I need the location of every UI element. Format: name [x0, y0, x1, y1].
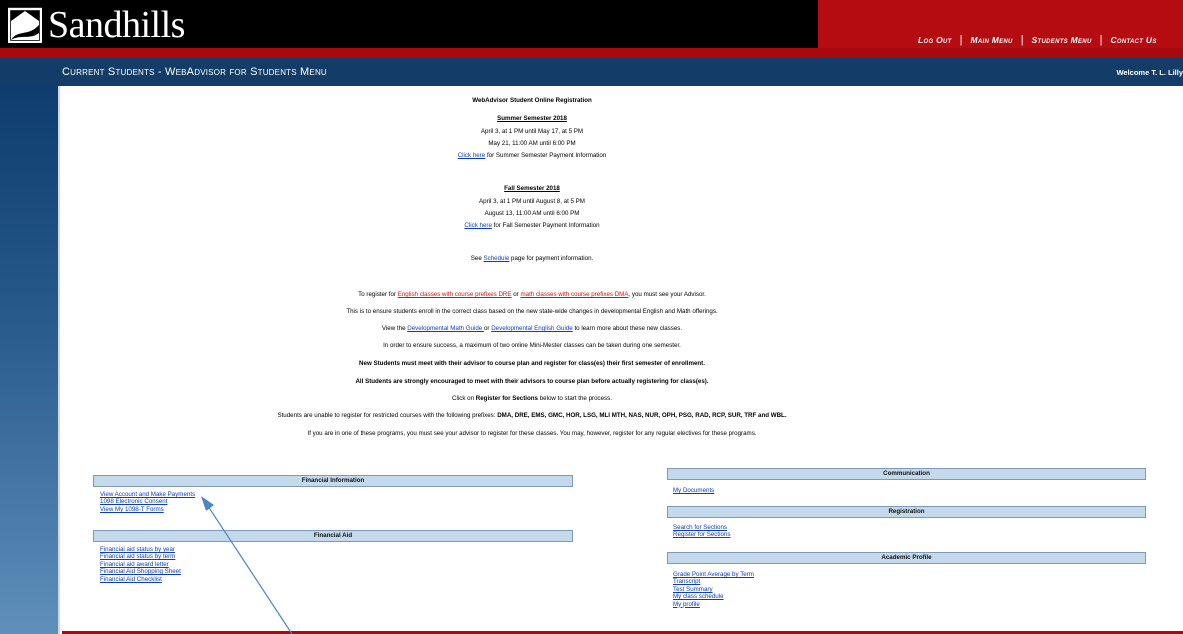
success-line: In order to ensure success, a maximum of… [383, 342, 681, 349]
developmental-math-guide-link[interactable]: Developmental Math Guide [407, 325, 484, 332]
electronic-consent-link[interactable]: 1098 Electronic Consent [100, 498, 195, 505]
content-border [58, 86, 60, 634]
transcript-link[interactable]: Transcript [673, 578, 754, 585]
fall-payment-line: Click here for Fall Semester Payment Inf… [62, 222, 1002, 230]
header-red-strip [0, 48, 1183, 58]
nav-separator: | [1099, 34, 1103, 46]
class-schedule-link[interactable]: My class schedule [673, 593, 754, 600]
nav-separator: | [959, 34, 963, 46]
register-advisor-line: To register for English classes with cou… [62, 291, 1002, 299]
page-title: Current Students - WebAdvisor for Studen… [62, 66, 327, 78]
nav-students-menu[interactable]: Students Menu [1032, 35, 1092, 45]
title-bar: Current Students - WebAdvisor for Studen… [0, 58, 1183, 86]
fall-dates-line-2: August 13, 11:00 AM until 6:00 PM [484, 210, 580, 217]
aid-checklist-link[interactable]: Financial Aid Checklist [100, 576, 181, 583]
aid-shopping-sheet-link[interactable]: Financial Aid Shopping Sheet [100, 568, 181, 575]
aid-status-year-link[interactable]: Financial aid status by year [100, 546, 181, 553]
nav-separator: | [1020, 34, 1024, 46]
summer-dates-line-1: April 3, at 1 PM until May 17, at 5 PM [480, 128, 584, 135]
schedule-line: See Schedule page for payment informatio… [62, 255, 1002, 263]
schedule-post: page for payment information. [509, 255, 594, 262]
programs-line: If you are in one of these programs, you… [307, 430, 757, 437]
aid-award-letter-link[interactable]: Financial aid award letter [100, 561, 181, 568]
restricted-pre: Students are unable to register for rest… [277, 412, 498, 419]
register-pre: To register for [358, 291, 398, 298]
registration-links: Search for Sections Register for Section… [673, 524, 730, 539]
new-students-line: New Students must meet with their adviso… [359, 360, 705, 367]
view-account-payments-link[interactable]: View Account and Make Payments [100, 491, 195, 498]
summer-dates-line-2: May 21, 11:00 AM until 6:00 PM [488, 140, 576, 147]
view-1098t-forms-link[interactable]: View My 1098-T Forms [100, 506, 195, 513]
restricted-prefixes: DMA, DRE, EMS, GMC, HOR, LSG, MLI MTH, N… [497, 412, 787, 419]
aid-status-term-link[interactable]: Financial aid status by term [100, 553, 181, 560]
click-post: below to start the process. [538, 395, 612, 402]
summer-payment-link[interactable]: Click here [458, 152, 486, 159]
nav-log-out[interactable]: Log Out [918, 35, 952, 45]
my-profile-link[interactable]: My profile [673, 601, 754, 608]
top-nav: Log Out | Main Menu | Students Menu | Co… [918, 33, 1157, 47]
registration-header: Registration [667, 506, 1146, 518]
register-sections-link[interactable]: Register for Sections [673, 531, 730, 538]
guides-line: View the Developmental Math Guide or Dev… [62, 325, 1002, 333]
communication-links: My Documents [673, 487, 714, 494]
academic-profile-header: Academic Profile [667, 552, 1146, 564]
ensure-line: This is to ensure students enroll in the… [346, 308, 718, 315]
financial-information-links: View Account and Make Payments 1098 Elec… [100, 491, 195, 513]
english-dre-link[interactable]: English classes with course prefixes DRE [398, 291, 512, 298]
communication-header: Communication [667, 468, 1146, 480]
test-summary-link[interactable]: Test Summary [673, 586, 754, 593]
summer-semester-title: Summer Semester 2018 [497, 115, 567, 122]
gpa-by-term-link[interactable]: Grade Point Average by Term [673, 571, 754, 578]
schedule-pre: See [470, 255, 484, 262]
fall-payment-text: for Fall Semester Payment Information [491, 222, 600, 229]
restricted-line: Students are unable to register for rest… [62, 412, 1002, 420]
my-documents-link[interactable]: My Documents [673, 487, 714, 494]
logo-text: Sandhills [48, 4, 185, 46]
schedule-link[interactable]: Schedule [484, 255, 510, 262]
click-register-line: Click on Register for Sections below to … [62, 395, 1002, 403]
summer-payment-line: Click here for Summer Semester Payment I… [62, 152, 1002, 160]
all-students-line: All Students are strongly encouraged to … [355, 378, 709, 385]
view-post: to learn more about these new classes. [572, 325, 683, 332]
fall-payment-link[interactable]: Click here [464, 222, 492, 229]
academic-profile-links: Grade Point Average by Term Transcript T… [673, 571, 754, 608]
financial-aid-header: Financial Aid [93, 530, 573, 542]
sandhills-logo-icon [8, 7, 42, 43]
registration-heading: WebAdvisor Student Online Registration [472, 97, 592, 104]
fall-semester-title: Fall Semester 2018 [504, 185, 560, 192]
nav-contact-us[interactable]: Contact Us [1110, 35, 1156, 45]
register-post: , you must see your Advisor. [628, 291, 706, 298]
financial-aid-links: Financial aid status by year Financial a… [100, 546, 181, 583]
math-dma-link[interactable]: math classes with course prefixes DMA [520, 291, 628, 298]
click-bold: Register for Sections [475, 395, 539, 402]
view-pre: View the [381, 325, 408, 332]
fall-dates-line-1: April 3, at 1 PM until August 8, at 5 PM [479, 198, 585, 205]
financial-information-header: Financial Information [93, 475, 573, 487]
click-pre: Click on [452, 395, 476, 402]
search-sections-link[interactable]: Search for Sections [673, 524, 730, 531]
welcome-message: Welcome T. L. Lilly [1116, 68, 1183, 77]
site-logo[interactable]: Sandhills [8, 4, 185, 46]
developmental-english-guide-link[interactable]: Developmental English Guide [491, 325, 573, 332]
summer-payment-text: for Summer Semester Payment Information [485, 152, 607, 159]
left-sidebar-band [0, 86, 58, 634]
nav-main-menu[interactable]: Main Menu [970, 35, 1012, 45]
